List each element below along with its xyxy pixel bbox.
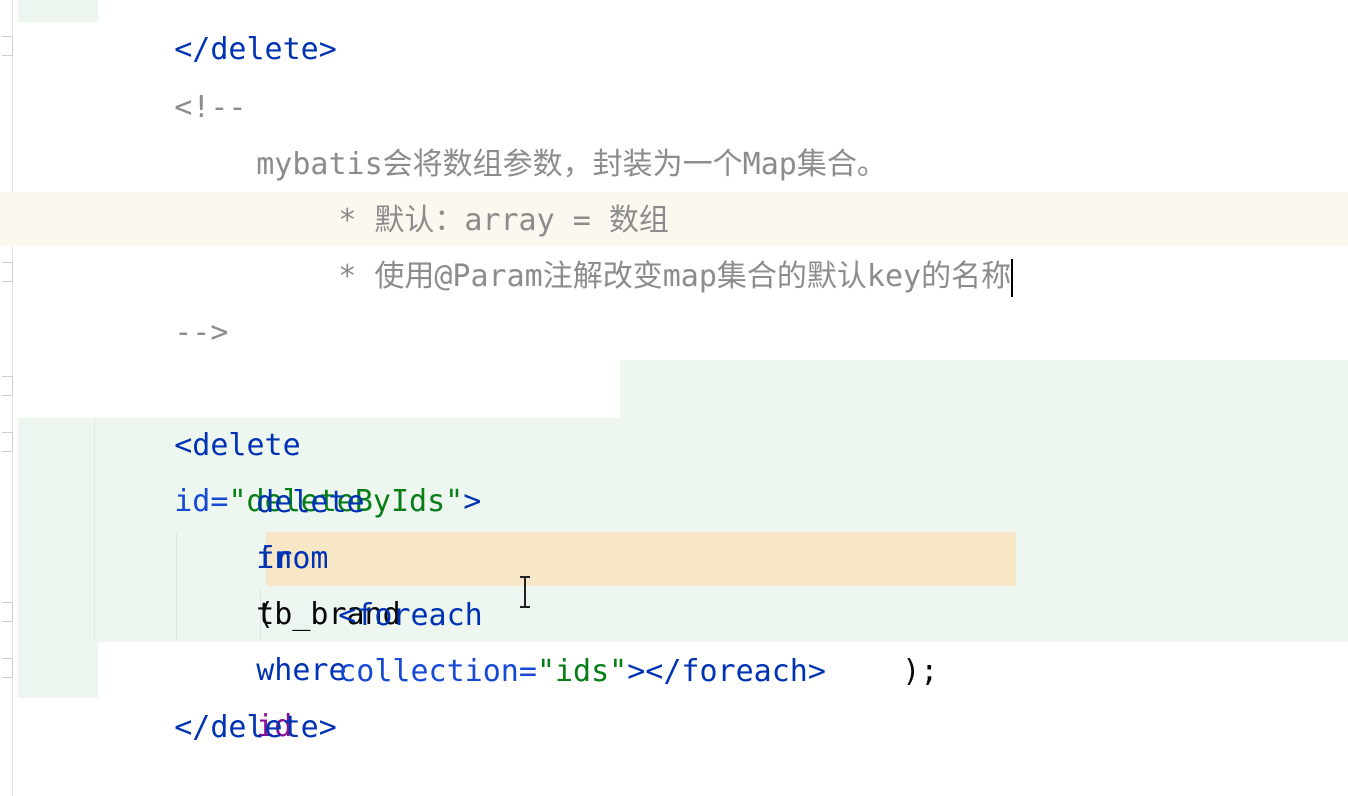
code-line: </delete>: [102, 644, 337, 745]
code-line: * 默认：array = 数组: [266, 137, 669, 238]
xml-attribute-value: "ids": [536, 654, 628, 689]
fold-marker-icon[interactable]: [2, 262, 13, 282]
fold-marker-icon[interactable]: [2, 376, 13, 396]
text-caret: [1011, 258, 1014, 297]
code-line: </delete>: [102, 0, 337, 67]
diff-marker: [18, 0, 98, 22]
fold-marker-icon[interactable]: [2, 602, 13, 622]
xml-attribute-name: collection=: [338, 654, 537, 689]
i-beam-cursor-icon: [520, 576, 530, 608]
fold-marker-icon[interactable]: [2, 432, 13, 452]
code-line: mybatis会将数组参数，封装为一个Map集合。: [184, 81, 887, 182]
xml-tag-bracket: >: [463, 484, 482, 519]
sql-paren: );: [902, 654, 939, 689]
code-line: <delete id="deleteByIds">: [102, 362, 481, 519]
xml-open-tag: <foreach: [338, 598, 483, 633]
diff-added-region: [620, 360, 1348, 418]
code-editor[interactable]: </delete> <!-- mybatis会将数组参数，封装为一个Map集合。…: [0, 0, 1348, 796]
fold-marker-icon[interactable]: [2, 36, 13, 56]
comment-close: -->: [174, 315, 229, 350]
code-line: <foreach collection="ids"></foreach>: [266, 532, 826, 689]
xml-close-tag: ></foreach>: [627, 654, 826, 689]
diff-marker: [18, 642, 98, 698]
code-line: );: [830, 588, 938, 689]
comment-bullet: * 使用@Param注解改变map集合的默认key的名称: [338, 259, 1012, 294]
code-line: -->: [102, 249, 228, 350]
fold-marker-icon[interactable]: [2, 658, 13, 678]
xml-close-tag: </delete>: [174, 710, 337, 745]
code-line: delete from tb_brand where id: [184, 419, 401, 744]
code-line-current: * 使用@Param注解改变map集合的默认key的名称: [266, 193, 1014, 297]
indent-guide: [176, 532, 177, 642]
indent-guide: [94, 418, 95, 642]
code-line: in (: [184, 475, 292, 632]
code-line: <!--: [102, 24, 246, 125]
